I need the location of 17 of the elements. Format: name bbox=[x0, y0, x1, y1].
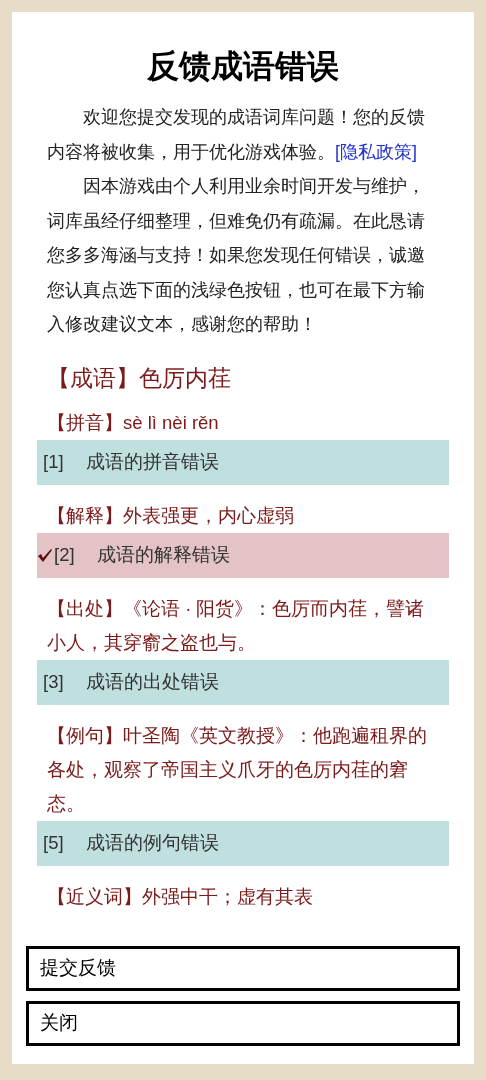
error-option[interactable]: [2] 成语的解释错误 bbox=[37, 532, 449, 578]
dialog-button[interactable]: 关闭 bbox=[26, 1001, 460, 1046]
dialog-button[interactable]: 提交反馈 bbox=[26, 946, 460, 991]
idiom-heading: 【成语】色厉内荏 bbox=[46, 363, 232, 393]
field-text: 【出处】《论语 · 阳货》：色厉而内荏，譬诸小人，其穿窬之盗也与。 bbox=[46, 596, 426, 655]
privacy-policy-link[interactable]: [隐私政策] bbox=[335, 141, 417, 162]
field-text: 【拼音】sè lì nèi rěn bbox=[46, 410, 220, 435]
error-option[interactable]: [5] 成语的例句错误 bbox=[37, 820, 449, 866]
error-option[interactable]: [3] 成语的出处错误 bbox=[37, 659, 449, 705]
field-text: 【例句】叶圣陶《英文教授》：他跑遍租界的各处，观察了帝国主义爪牙的色厉内荏的窘态。 bbox=[46, 723, 428, 816]
error-option[interactable]: [1] 成语的拼音错误 bbox=[37, 439, 449, 485]
dialog-title: 反馈成语错误 bbox=[146, 47, 340, 86]
field-text: 【近义词】外强中干；虚有其表 bbox=[46, 884, 314, 909]
field-text: 【解释】外表强更，内心虚弱 bbox=[46, 503, 295, 528]
intro-paragraph: 因本游戏由个人利用业余时间开发与维护，词库虽经仔细整理，但难免仍有疏漏。在此恳请您多多海涵与支持！如果您发现任何错误，诚邀您认真点选下面的浅绿色按钮，也可在最下方输入修改建议文本，感谢您的帮助！ bbox=[46, 175, 426, 336]
check-icon bbox=[37, 547, 53, 563]
intro-paragraph: 欢迎您提交发现的成语词库问题！您的反馈内容将被收集，用于优化游戏体验。[隐私政策] bbox=[46, 106, 426, 164]
